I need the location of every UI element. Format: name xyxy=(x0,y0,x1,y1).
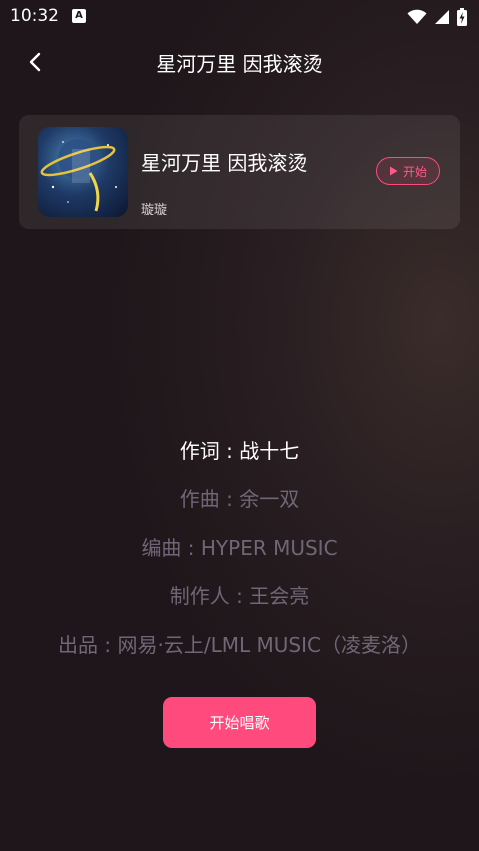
start-button[interactable]: 开始 xyxy=(376,157,440,185)
start-singing-button[interactable]: 开始唱歌 xyxy=(163,697,316,748)
page-title: 星河万里 因我滚烫 xyxy=(156,52,323,76)
singer-name: 璇璇 xyxy=(141,203,168,218)
system-icons xyxy=(407,7,467,27)
credit-producer: 制作人 : 王会亮 xyxy=(169,584,310,608)
album-cover xyxy=(38,127,128,217)
status-bar: 10:32 A xyxy=(0,0,479,34)
credit-arranger: 编曲 : HYPER MUSIC xyxy=(141,536,338,560)
song-title: 星河万里 因我滚烫 xyxy=(141,151,308,175)
song-card: 星河万里 因我滚烫 璇璇 开始 xyxy=(19,115,460,229)
credit-lyricist: 作词 : 战十七 xyxy=(179,439,300,463)
wifi-icon xyxy=(407,9,427,24)
signal-icon xyxy=(435,10,449,24)
status-time: 10:32 xyxy=(10,6,59,26)
credit-publisher: 出品 : 网易·云上/LML MUSIC（凌麦洛） xyxy=(58,633,421,657)
notification-badge: A xyxy=(72,9,86,23)
start-button-label: 开始 xyxy=(402,164,427,179)
battery-charging-icon xyxy=(457,8,467,26)
credit-composer: 作曲 : 余一双 xyxy=(179,487,300,511)
play-icon xyxy=(389,166,398,176)
